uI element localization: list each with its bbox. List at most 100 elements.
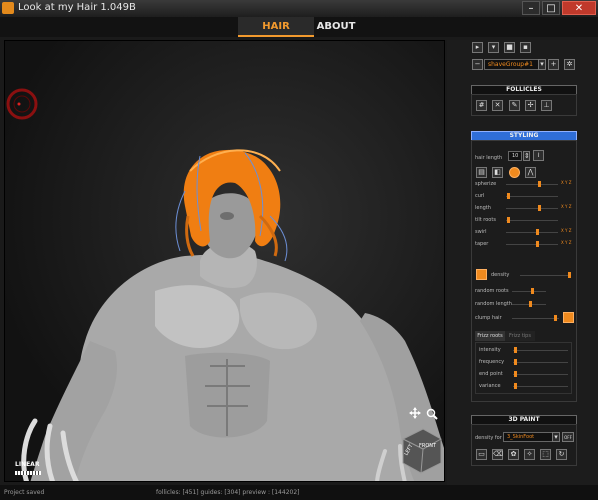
cube-front-label: FRONT <box>419 443 437 449</box>
follicles-tools: # ✕ ✎ ✢ ⊥ <box>471 94 577 116</box>
random-length-slider[interactable] <box>512 301 546 307</box>
styling-slider-knob[interactable] <box>507 193 510 199</box>
style-mode-3-icon[interactable] <box>509 167 520 178</box>
tab-frizz-tips[interactable]: Frizz tips <box>505 331 535 341</box>
frizz-slider[interactable] <box>513 347 568 353</box>
group-select[interactable]: shaveGroup#1 <box>484 59 546 70</box>
tab-frizz-roots[interactable]: Frizz roots <box>475 331 505 341</box>
styling-slider-knob[interactable] <box>507 217 510 223</box>
paint-toggle[interactable]: OFF <box>562 432 574 442</box>
hair-length-input[interactable]: 10 <box>508 151 522 161</box>
frizz-sliders: intensity frequency end point variance <box>475 342 572 394</box>
frizz-slider[interactable] <box>513 359 568 365</box>
frizz-slider[interactable] <box>513 371 568 377</box>
window-title: Look at my Hair 1.049B <box>18 2 136 13</box>
styling-slider[interactable] <box>506 229 558 235</box>
clump-settings-icon[interactable] <box>563 312 574 323</box>
styling-slider[interactable] <box>506 181 558 187</box>
open-file-icon[interactable]: ▾ <box>488 42 499 53</box>
frizz-slider-knob[interactable] <box>514 383 517 389</box>
add-group-button[interactable]: + <box>548 59 559 70</box>
grid-icon[interactable]: # <box>476 100 487 111</box>
3d-paint-box: density for 3_SkinFoot ▾ OFF ▭ ⌫ ✿ ✧ ⬚ ↻ <box>471 424 577 466</box>
title-bar: Look at my Hair 1.049B – □ ✕ <box>0 0 598 17</box>
fill-icon[interactable]: ⬚ <box>540 449 551 460</box>
styling-slider-label: spherize <box>475 181 497 187</box>
clump-hair-slider[interactable] <box>512 315 559 321</box>
styling-slider-label: taper <box>475 241 489 247</box>
frizz-slider-knob[interactable] <box>514 371 517 377</box>
brush-icon[interactable]: ✎ <box>509 100 520 111</box>
styling-slider-label: curl <box>475 193 485 199</box>
frizz-slider-knob[interactable] <box>514 347 517 353</box>
styling-slider-knob[interactable] <box>536 241 539 247</box>
save-icon[interactable]: ■ <box>504 42 515 53</box>
align-icon[interactable]: ⊥ <box>541 100 552 111</box>
axis-xyz-toggle[interactable]: X Y Z <box>561 240 571 245</box>
frizz-slider[interactable] <box>513 383 568 389</box>
axis-xyz-toggle[interactable]: X Y Z <box>561 204 571 209</box>
remove-group-button[interactable]: − <box>472 59 483 70</box>
styling-slider-label: tilt roots <box>475 217 496 223</box>
paint-map-select[interactable]: 3_SkinFoot <box>503 432 553 442</box>
maximize-button[interactable]: □ <box>542 1 560 15</box>
projection-indicator[interactable]: LINEAR <box>15 451 41 475</box>
projection-bar-icon <box>15 471 41 475</box>
chevron-down-icon[interactable]: ▾ <box>538 59 546 70</box>
hair-length-label: hair length <box>475 155 503 161</box>
right-panel: ▸ ▾ ■ ▪ − shaveGroup#1 ▾ + ✲ FOLLICLES #… <box>447 40 598 495</box>
random-roots-label: random roots <box>475 288 509 294</box>
styling-slider[interactable] <box>506 217 558 223</box>
styling-slider[interactable] <box>506 241 558 247</box>
paint-brush-icon[interactable]: ✿ <box>508 449 519 460</box>
main-tab-bar: HAIR SALOON ABOUT <box>0 17 598 52</box>
style-mode-1-icon[interactable]: ▤ <box>476 167 487 178</box>
viewport-scene <box>6 88 444 481</box>
new-map-icon[interactable]: ▭ <box>476 449 487 460</box>
density-for-label: density for <box>475 435 502 441</box>
scatter-icon[interactable]: ✢ <box>525 100 536 111</box>
style-mode-2-icon[interactable]: ◧ <box>492 167 503 178</box>
clump-hair-label: clump hair <box>475 315 502 321</box>
eye-icon[interactable] <box>476 269 487 280</box>
character-model <box>21 193 444 481</box>
erase-icon[interactable]: ✧ <box>524 449 535 460</box>
random-roots-slider[interactable] <box>512 288 546 294</box>
random-length-knob[interactable] <box>529 301 532 307</box>
comb-icon[interactable]: ✕ <box>492 100 503 111</box>
random-roots-knob[interactable] <box>531 288 534 294</box>
styling-slider-knob[interactable] <box>538 181 541 187</box>
gear-icon[interactable]: ✲ <box>564 59 575 70</box>
axis-xyz-toggle[interactable]: X Y Z <box>561 228 571 233</box>
style-mode-4-icon[interactable]: ⋀ <box>525 167 536 178</box>
frizz-slider-label: intensity <box>479 347 501 353</box>
close-button[interactable]: ✕ <box>562 1 596 15</box>
scene-stats: follicles: [451] guides: [304] preview :… <box>156 489 300 496</box>
refresh-icon[interactable]: ↻ <box>556 449 567 460</box>
hair-length-stepper[interactable]: ⇕ <box>523 151 530 161</box>
styling-slider-knob[interactable] <box>536 229 539 235</box>
styling-slider[interactable] <box>506 193 558 199</box>
tab-about[interactable]: ABOUT <box>314 17 358 37</box>
delete-map-icon[interactable]: ⌫ <box>492 449 503 460</box>
app-icon <box>2 2 14 14</box>
minimize-button[interactable]: – <box>522 1 540 15</box>
styling-slider-label: length <box>475 205 491 211</box>
comb-curve-icon[interactable]: ≀ <box>533 150 544 161</box>
clump-hair-knob[interactable] <box>554 315 557 321</box>
orientation-gizmo[interactable] <box>6 88 38 120</box>
tab-hair-saloon[interactable]: HAIR SALOON <box>238 17 314 52</box>
paint-map-chevron-icon[interactable]: ▾ <box>552 432 560 442</box>
styling-slider-knob[interactable] <box>538 205 541 211</box>
new-file-icon[interactable]: ▸ <box>472 42 483 53</box>
frizz-slider-label: variance <box>479 383 501 389</box>
density-knob[interactable] <box>568 272 571 278</box>
random-length-label: random length <box>475 301 512 307</box>
axis-xyz-toggle[interactable]: X Y Z <box>561 180 571 185</box>
3d-viewport[interactable]: LEFT FRONT LINEAR <box>4 40 445 482</box>
export-icon[interactable]: ▪ <box>520 42 531 53</box>
styling-slider-label: swirl <box>475 229 487 235</box>
styling-slider[interactable] <box>506 205 558 211</box>
density-slider[interactable] <box>520 272 571 278</box>
frizz-slider-knob[interactable] <box>514 359 517 365</box>
